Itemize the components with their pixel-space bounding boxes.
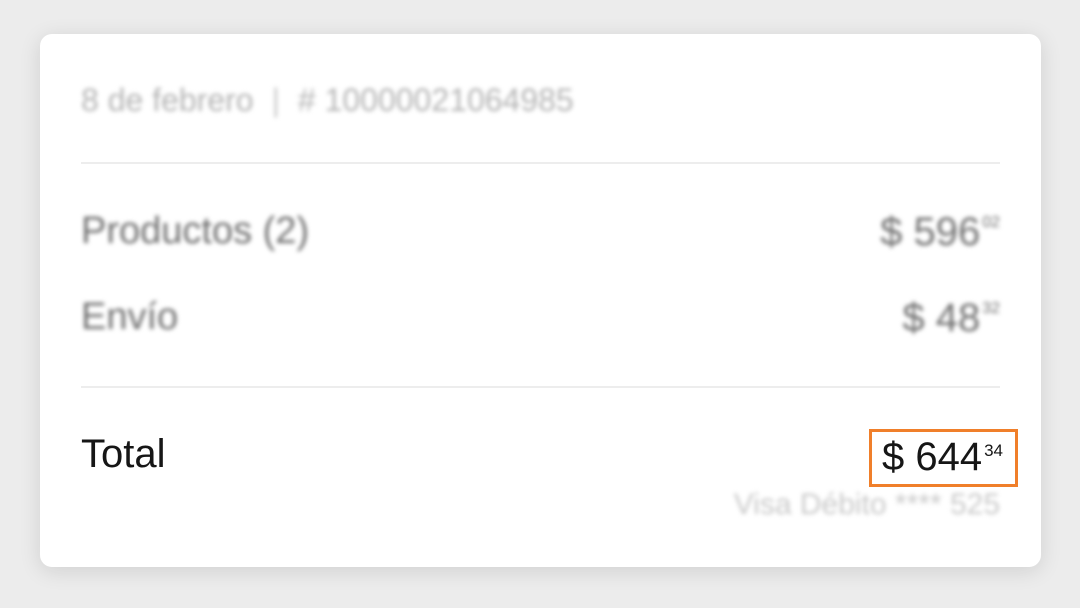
shipping-row: Envío $ 48 32	[81, 296, 1000, 341]
products-cents: 02	[982, 214, 1000, 231]
total-currency: $	[881, 435, 905, 479]
order-date: 8 de febrero	[81, 82, 254, 118]
bottom-divider	[81, 386, 1000, 388]
total-amount-highlight: $ 644 34	[868, 429, 1018, 487]
products-currency: $	[880, 210, 903, 254]
shipping-cents: 32	[982, 300, 1000, 317]
shipping-amount: $ 48 32	[902, 296, 1000, 341]
products-whole: 596	[913, 210, 981, 254]
shipping-label: Envío	[81, 296, 179, 338]
order-meta: 8 de febrero | # 10000021064985	[81, 82, 574, 119]
products-label: Productos (2)	[81, 210, 310, 252]
top-divider	[81, 162, 1000, 164]
payment-method: Visa Débito **** 525	[733, 488, 1000, 521]
order-meta-separator: |	[271, 82, 280, 118]
total-label: Total	[81, 432, 166, 476]
shipping-currency: $	[902, 296, 925, 340]
order-number: # 10000021064985	[297, 82, 574, 118]
shipping-whole: 48	[935, 296, 981, 340]
order-summary-card: 8 de febrero | # 10000021064985 Productos …	[40, 34, 1041, 567]
total-row: Total $ 644 34	[81, 429, 1018, 487]
total-amount: $ 644 34	[882, 435, 1003, 479]
total-cents: 34	[984, 441, 1003, 460]
total-whole: 644	[915, 435, 983, 479]
products-amount: $ 596 02	[880, 210, 1000, 255]
products-row: Productos (2) $ 596 02	[81, 210, 1000, 255]
